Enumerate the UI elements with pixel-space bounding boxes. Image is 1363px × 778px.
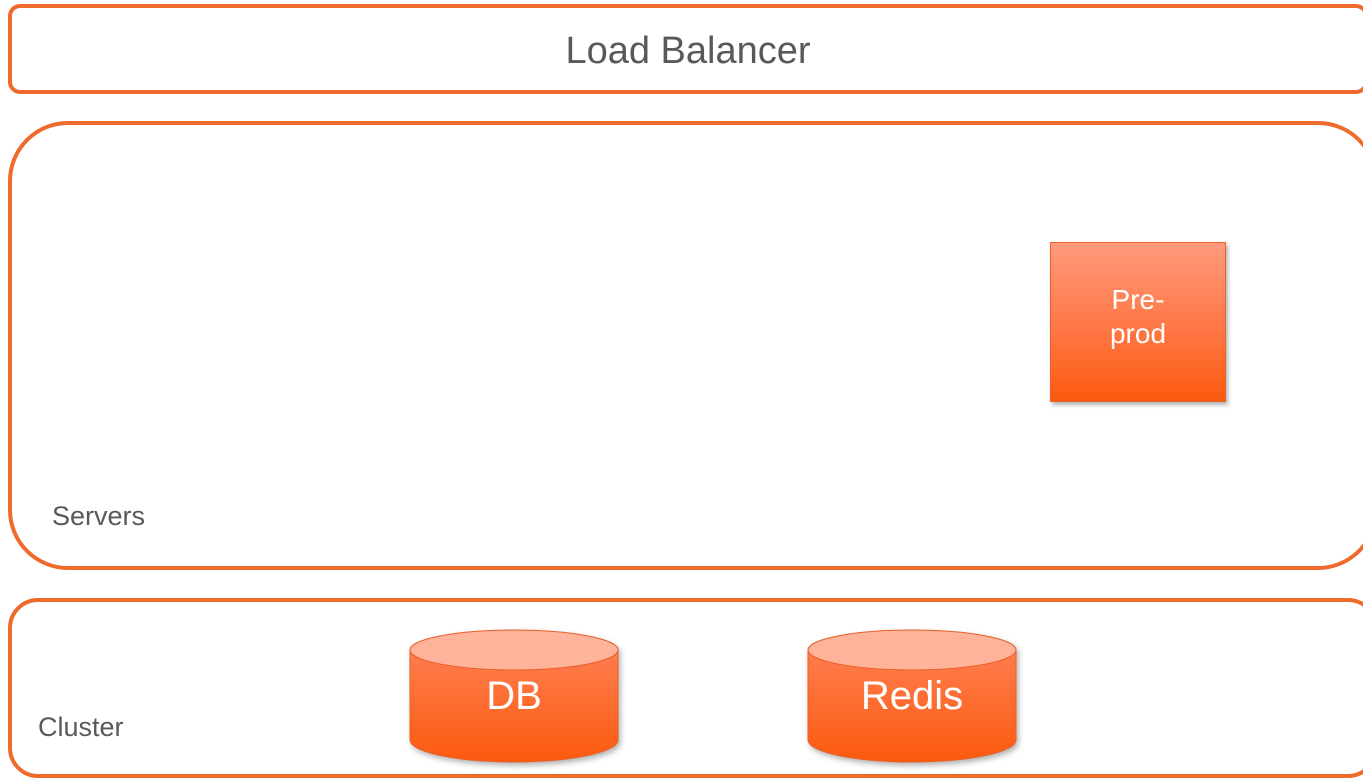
load-balancer-label: Load Balancer <box>565 30 811 72</box>
preprod-server-node[interactable]: Pre- prod <box>1050 242 1226 402</box>
db-label: DB <box>486 674 542 718</box>
redis-label: Redis <box>860 674 964 718</box>
cluster-label: Cluster <box>38 712 124 742</box>
db-cylinder[interactable]: DB <box>408 628 620 773</box>
redis-cylinder[interactable]: Redis <box>806 628 1018 773</box>
servers-label: Servers <box>52 501 146 531</box>
load-balancer-box: Load Balancer <box>8 4 1363 94</box>
cluster-group: Cluster <box>8 598 1363 778</box>
preprod-server-label: Pre- prod <box>1109 284 1167 349</box>
